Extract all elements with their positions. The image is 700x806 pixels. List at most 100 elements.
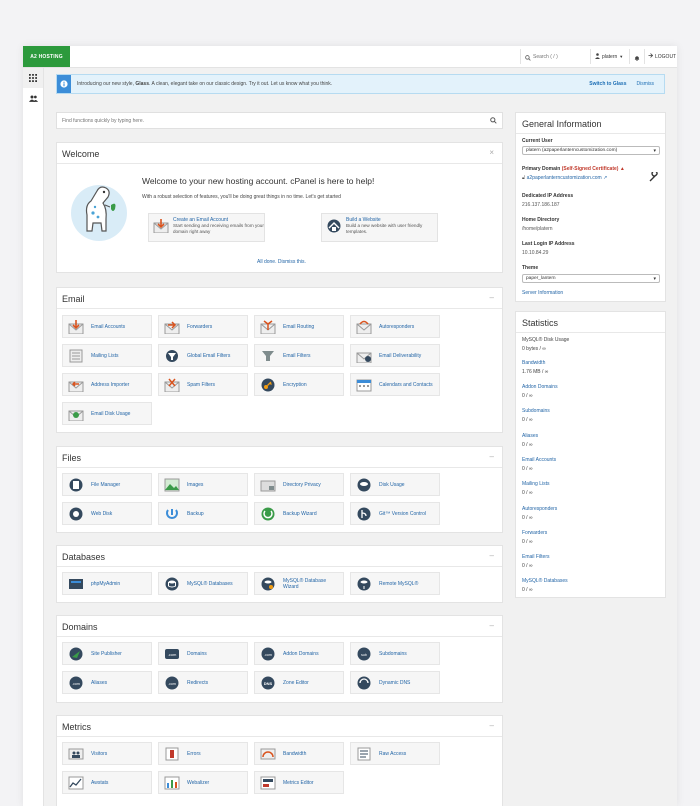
stat-addon-domains[interactable]: Addon Domains 0 / ∞ [522, 384, 660, 399]
tile-email-filters[interactable]: Email Filters [254, 344, 344, 367]
tile-email-accounts[interactable]: Email Accounts [62, 315, 152, 338]
tile-bandwidth[interactable]: Bandwidth [254, 742, 344, 765]
primary-domain-label: Primary Domain (Self-Signed Certificate)… [522, 166, 625, 172]
tile-global-email-filters[interactable]: Global Email Filters [158, 344, 248, 367]
stat-aliases[interactable]: Aliases 0 / ∞ [522, 433, 660, 448]
tile-webalizer[interactable]: Webalizer [158, 771, 248, 794]
current-user-label: Current User [522, 138, 553, 144]
tile-email-deliverability[interactable]: Email Deliverability [350, 344, 440, 367]
tile-backup-wizard[interactable]: Backup Wizard [254, 502, 344, 525]
stat-autoresponders[interactable]: Autoresponders 0 / ∞ [522, 506, 660, 521]
webalizer-icon [163, 774, 181, 792]
collapse-icon[interactable]: – [490, 551, 494, 560]
stat-forwarders[interactable]: Forwarders 0 / ∞ [522, 530, 660, 545]
user-menu[interactable]: platern ▼ [590, 49, 631, 64]
tile-subdomains[interactable]: sub Subdomains [350, 642, 440, 665]
tile-addon-domains[interactable]: .com Addon Domains [254, 642, 344, 665]
metrics-section-title: Metrics [62, 722, 91, 732]
metrics-editor-icon [259, 774, 277, 792]
close-icon[interactable]: × [489, 148, 494, 157]
stat-email-accounts[interactable]: Email Accounts 0 / ∞ [522, 457, 660, 472]
search-icon[interactable] [490, 117, 497, 124]
last-login-value: 10.10.84.29 [522, 250, 549, 256]
tile-remote-mysql[interactable]: Remote MySQL® [350, 572, 440, 595]
tile-zone-editor[interactable]: DNS Zone Editor [254, 671, 344, 694]
stat-bandwidth[interactable]: Bandwidth 1.76 MB / ∞ [522, 360, 660, 375]
tile-address-importer[interactable]: Address Importer [62, 373, 152, 396]
tile-redirects[interactable]: .com Redirects [158, 671, 248, 694]
home-directory-label: Home Directory [522, 217, 560, 223]
current-user-select[interactable]: platern (a2paperlanterncustomization.com… [522, 146, 660, 155]
tile-domains[interactable]: .com Domains [158, 642, 248, 665]
top-search-input[interactable] [531, 53, 587, 60]
tile-spam-filters[interactable]: Spam Filters [158, 373, 248, 396]
tile-autoresponders[interactable]: Autoresponders [350, 315, 440, 338]
welcome-panel: Welcome × Welcome to your new hosting ac… [56, 142, 503, 273]
collapse-icon[interactable]: – [490, 452, 494, 461]
tile-visitors[interactable]: Visitors [62, 742, 152, 765]
tile-web-disk[interactable]: Web Disk [62, 502, 152, 525]
tile-phpmyadmin[interactable]: phpMyAdmin [62, 572, 152, 595]
stat-mailing-lists[interactable]: Mailing Lists 0 / ∞ [522, 481, 660, 496]
tile-directory-privacy[interactable]: Directory Privacy [254, 473, 344, 496]
last-login-label: Last Login IP Address [522, 241, 575, 247]
glass-notice: Introducing our new style, Glass. A clea… [56, 74, 665, 94]
tile-disk-usage[interactable]: Disk Usage [350, 473, 440, 496]
tile-errors[interactable]: Errors [158, 742, 248, 765]
logout-button[interactable]: LOGOUT [644, 49, 677, 64]
git-icon [355, 505, 373, 523]
tile-awstats[interactable]: Awstats [62, 771, 152, 794]
tile-mailing-lists[interactable]: Mailing Lists [62, 344, 152, 367]
tile-email-routing[interactable]: Email Routing [254, 315, 344, 338]
left-sidebar [23, 68, 44, 806]
awstats-icon [67, 774, 85, 792]
create-email-account-tile[interactable]: Create an Email Account Start sending an… [148, 213, 265, 242]
build-website-tile[interactable]: Build a Website Build a new website with… [321, 213, 438, 242]
primary-domain-link[interactable]: 🔓︎ a2paperlanterncustomization.com ↗ [522, 175, 607, 181]
dismiss-notice-link[interactable]: Dismiss [637, 81, 655, 87]
stat-mysql-databases[interactable]: MySQL® Databases 0 / ∞ [522, 578, 660, 593]
domains-icon: .com [163, 645, 181, 663]
tile-images[interactable]: Images [158, 473, 248, 496]
find-functions-bar [56, 112, 503, 129]
top-search[interactable] [520, 49, 589, 64]
tile-encryption[interactable]: Encryption [254, 373, 344, 396]
web-disk-icon [67, 505, 85, 523]
a2-hosting-logo[interactable]: A2 HOSTING [23, 46, 70, 67]
metrics-panel: Metrics – Visitors Errors Bandwidth Raw … [56, 715, 503, 806]
tile-email-disk-usage[interactable]: Email Disk Usage [62, 402, 152, 425]
site-publisher-icon [67, 645, 85, 663]
tile-mysql-databases[interactable]: MySQL® Databases [158, 572, 248, 595]
find-functions-input[interactable] [57, 116, 490, 125]
tile-backup[interactable]: Backup [158, 502, 248, 525]
tile-aliases[interactable]: .com Aliases [62, 671, 152, 694]
dismiss-welcome-link[interactable]: All done. Dismiss this. [257, 259, 306, 265]
tile-site-publisher[interactable]: Site Publisher [62, 642, 152, 665]
tile-calendars-and-contacts[interactable]: Calendars and Contacts [350, 373, 440, 396]
tile-raw-access[interactable]: Raw Access [350, 742, 440, 765]
databases-panel: Databases – phpMyAdmin MySQL® Databases … [56, 545, 503, 603]
tile-dynamic-dns[interactable]: Dynamic DNS [350, 671, 440, 694]
theme-select[interactable]: paper_lantern ▾ [522, 274, 660, 283]
tile-git-version-control[interactable]: Git™ Version Control [350, 502, 440, 525]
switch-to-glass-link[interactable]: Switch to Glass [589, 81, 626, 87]
wrench-icon[interactable] [649, 169, 659, 187]
collapse-icon[interactable]: – [490, 721, 494, 730]
dynamic-dns-icon [355, 674, 373, 692]
sidebar-item-users[interactable] [23, 88, 43, 108]
collapse-icon[interactable]: – [490, 621, 494, 630]
tile-metrics-editor[interactable]: Metrics Editor [254, 771, 344, 794]
server-information-link[interactable]: Server Information [522, 290, 563, 296]
stat-email-filters[interactable]: Email Filters 0 / ∞ [522, 554, 660, 569]
sidebar-item-home[interactable] [23, 68, 43, 88]
collapse-icon[interactable]: – [490, 293, 494, 302]
tile-forwarders[interactable]: Forwarders [158, 315, 248, 338]
notifications-button[interactable] [629, 49, 643, 64]
tile-mysql-database-wizard[interactable]: MySQL® Database Wizard [254, 572, 344, 595]
tile-file-manager[interactable]: File Manager [62, 473, 152, 496]
stat-subdomains[interactable]: Subdomains 0 / ∞ [522, 408, 660, 423]
autoresponders-icon [355, 318, 373, 336]
grid-icon [29, 69, 37, 87]
subdomains-icon: sub [355, 645, 373, 663]
address-importer-icon [67, 376, 85, 394]
